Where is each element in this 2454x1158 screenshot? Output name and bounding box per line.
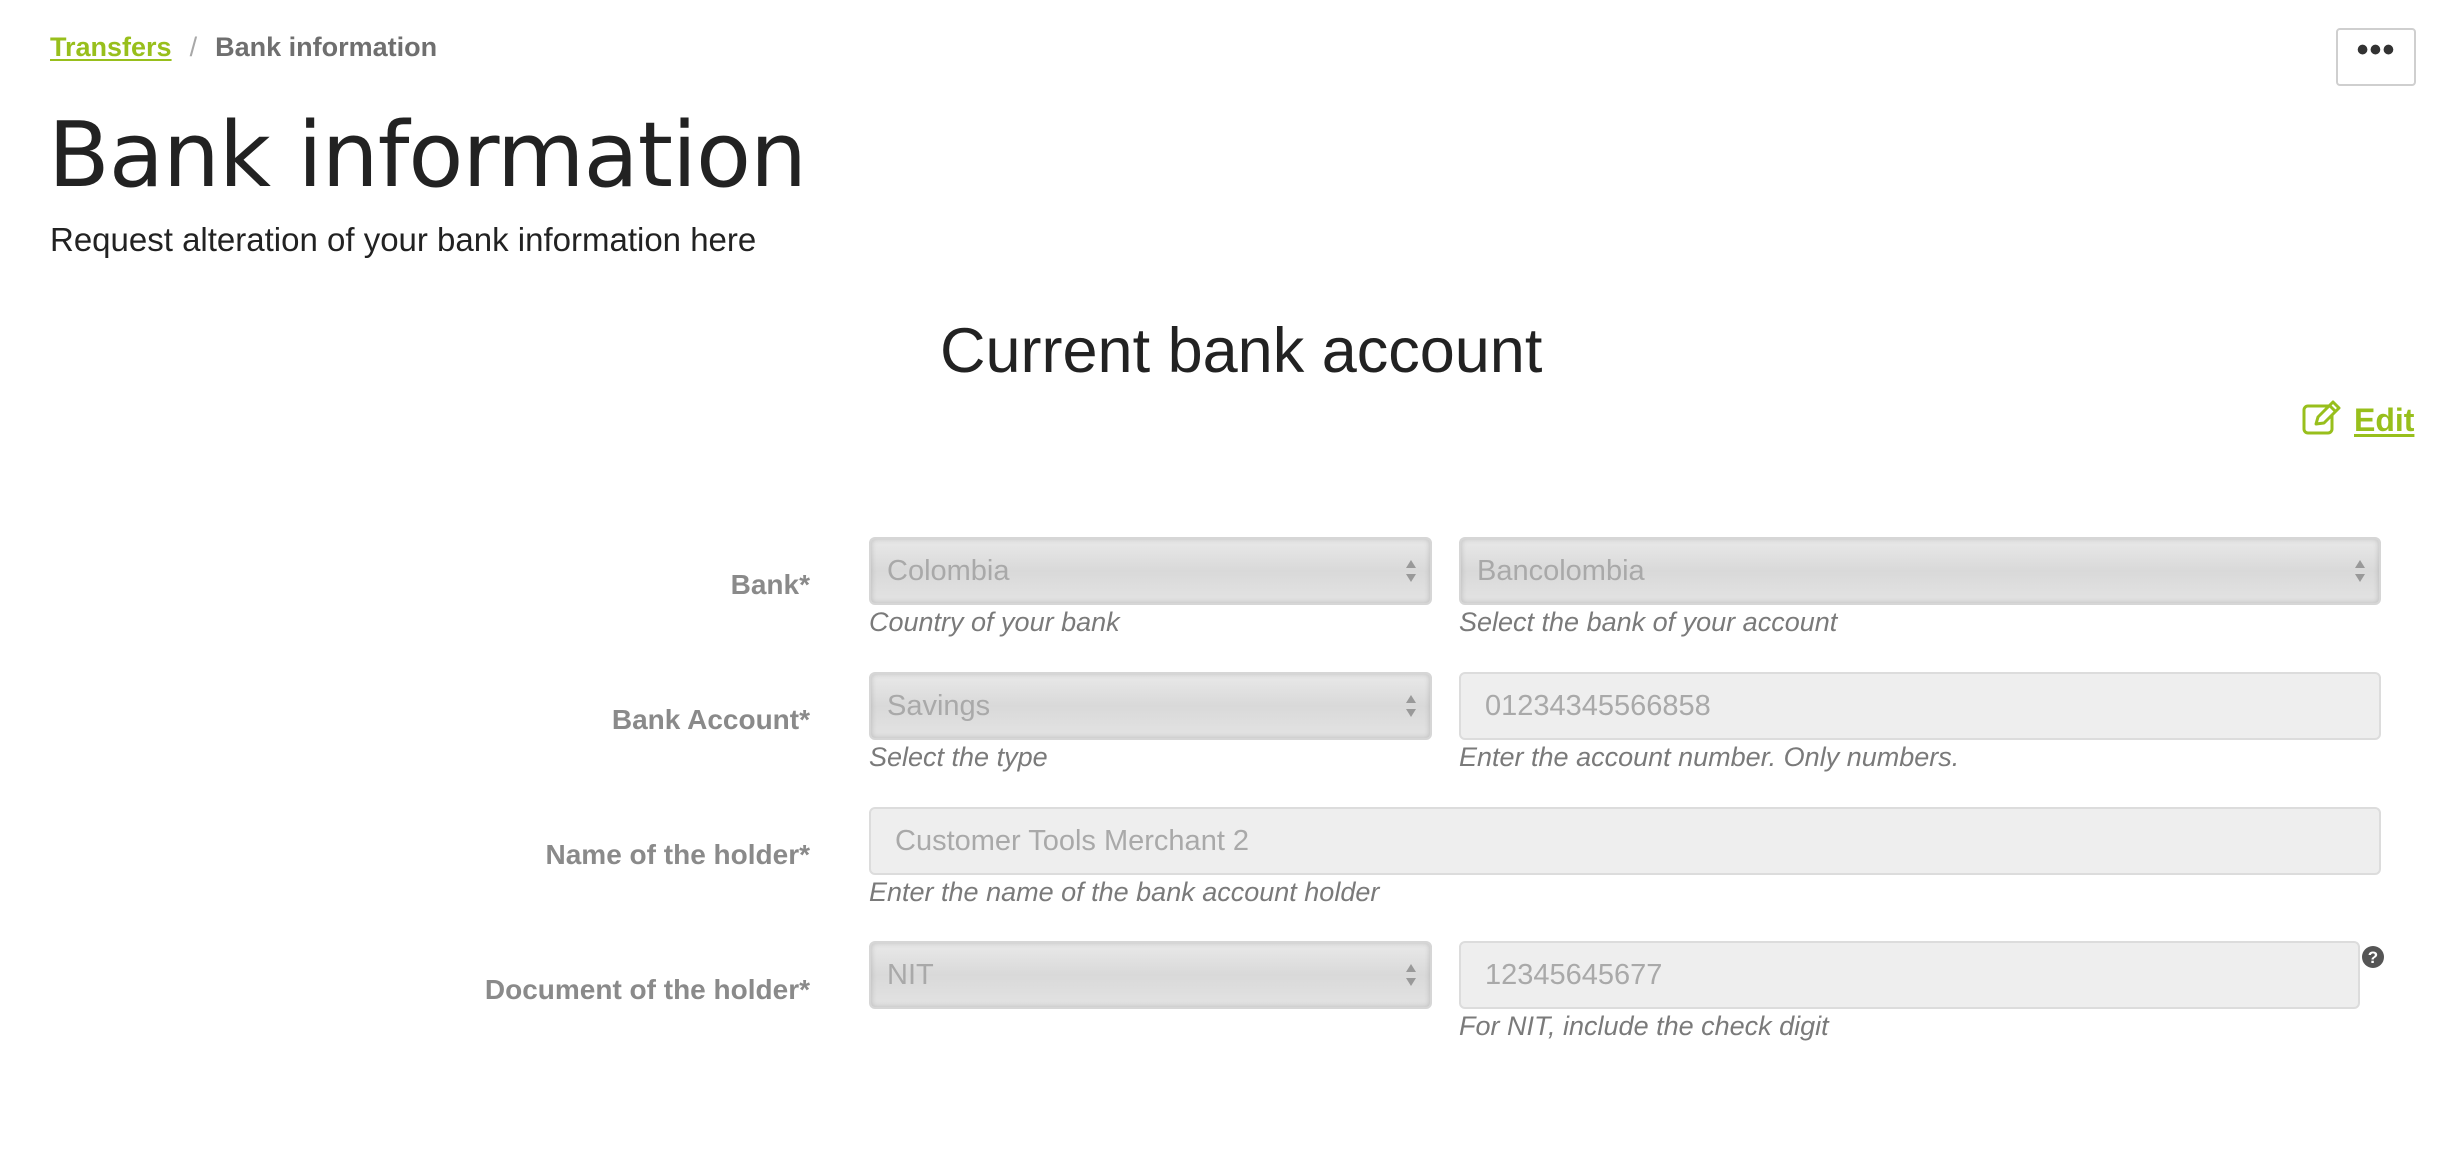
select-arrows-icon — [2355, 560, 2365, 582]
document-type-select[interactable]: NIT — [869, 941, 1432, 1009]
edit-label: Edit — [2354, 402, 2415, 438]
bank-name-help: Select the bank of your account — [1459, 607, 1838, 637]
document-number-value: 12345645677 — [1485, 958, 1663, 991]
bank-name-value: Bancolombia — [1477, 554, 1645, 587]
help-icon[interactable]: ? — [2362, 946, 2384, 968]
breadcrumb-link-transfers[interactable]: Transfers — [50, 30, 172, 64]
section-title: Current bank account — [940, 316, 1543, 386]
bank-label: Bank* — [730, 569, 810, 600]
select-arrows-icon — [1406, 695, 1416, 717]
account-number-value: 01234345566858 — [1485, 689, 1711, 722]
account-type-value: Savings — [887, 689, 991, 722]
holder-name-help: Enter the name of the bank account holde… — [869, 877, 1380, 907]
bank-country-select[interactable]: Colombia — [869, 537, 1432, 605]
holder-name-input[interactable]: Customer Tools Merchant 2 — [869, 807, 2381, 875]
edit-icon — [2302, 400, 2342, 441]
document-type-value: NIT — [887, 958, 934, 991]
bank-country-value: Colombia — [887, 554, 1010, 587]
bank-account-label: Bank Account* — [611, 704, 810, 735]
document-number-input[interactable]: 12345645677 — [1459, 941, 2360, 1009]
select-arrows-icon — [1406, 560, 1416, 582]
select-arrows-icon — [1406, 964, 1416, 986]
holder-document-label: Document of the holder* — [484, 974, 810, 1005]
bank-country-help: Country of your bank — [869, 607, 1120, 637]
account-number-input[interactable]: 01234345566858 — [1459, 672, 2381, 740]
account-type-help: Select the type — [869, 742, 1048, 772]
edit-button[interactable]: Edit — [2302, 400, 2414, 441]
bank-name-select[interactable]: Bancolombia — [1459, 537, 2381, 605]
more-options-button[interactable]: ••• — [2336, 28, 2416, 86]
holder-name-value: Customer Tools Merchant 2 — [895, 824, 1250, 857]
document-number-help: For NIT, include the check digit — [1459, 1011, 1829, 1041]
more-icon: ••• — [2356, 31, 2396, 69]
breadcrumb: Transfers / Bank information — [50, 30, 437, 64]
account-number-help: Enter the account number. Only numbers. — [1459, 742, 1960, 772]
holder-name-label: Name of the holder* — [545, 839, 810, 870]
page-title: Bank information — [48, 103, 807, 208]
page-subtitle: Request alteration of your bank informat… — [50, 221, 757, 258]
breadcrumb-separator: / — [189, 32, 198, 62]
breadcrumb-current: Bank information — [215, 32, 438, 62]
account-type-select[interactable]: Savings — [869, 672, 1432, 740]
